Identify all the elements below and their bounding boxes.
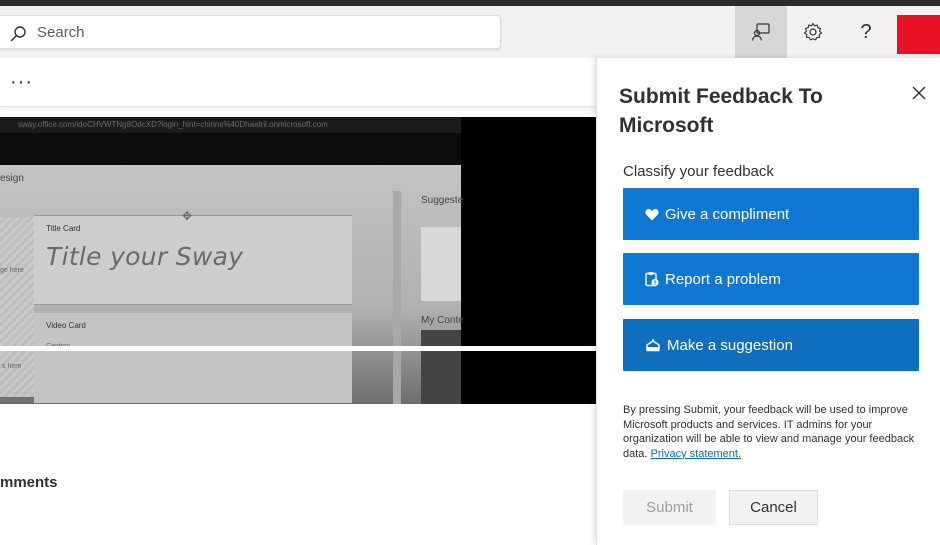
video-preview[interactable]: sway.office.com/idoCHVWTNg8OdcXD?login_h… bbox=[0, 117, 596, 404]
lightbulb-icon bbox=[646, 339, 660, 352]
make-suggestion-button[interactable]: Make a suggestion bbox=[623, 319, 919, 371]
classify-label: Classify your feedback bbox=[623, 163, 774, 180]
feedback-button[interactable] bbox=[735, 6, 787, 58]
left-strip bbox=[0, 217, 34, 397]
left-hint-text: ge here bbox=[0, 267, 24, 274]
video-card: Video Card Caption bbox=[34, 313, 352, 403]
heart-icon bbox=[645, 208, 659, 220]
suggested-label: Suggeste bbox=[421, 195, 464, 206]
my-content-thumbnail bbox=[421, 330, 461, 404]
feedback-icon bbox=[751, 23, 770, 41]
search-box[interactable] bbox=[0, 15, 501, 49]
make-suggestion-label: Make a suggestion bbox=[667, 336, 793, 354]
help-button[interactable]: ? bbox=[840, 6, 892, 58]
more-options-button[interactable]: ··· bbox=[10, 68, 33, 96]
sway-editor-frame: esign ge here s here Title Card Title yo… bbox=[0, 165, 464, 404]
video-progress-line bbox=[0, 346, 596, 351]
give-compliment-button[interactable]: Give a compliment bbox=[623, 188, 919, 240]
cancel-button[interactable]: Cancel bbox=[729, 490, 818, 525]
embedded-toolbar bbox=[0, 133, 461, 165]
embedded-url-bar: sway.office.com/idoCHVWTNg8OdcXD?login_h… bbox=[0, 117, 461, 133]
design-tab-label: esign bbox=[0, 173, 24, 184]
search-icon bbox=[10, 26, 26, 42]
search-input[interactable] bbox=[37, 16, 477, 48]
feedback-panel: Submit Feedback To Microsoft Classify yo… bbox=[596, 58, 940, 545]
clipboard-alert-icon bbox=[645, 272, 659, 287]
settings-button[interactable] bbox=[787, 6, 839, 58]
title-card-placeholder: Title your Sway bbox=[46, 242, 244, 271]
embedded-scrollbar bbox=[393, 191, 401, 404]
submit-button[interactable]: Submit bbox=[623, 490, 716, 525]
privacy-statement-link[interactable]: Privacy statement. bbox=[651, 448, 741, 460]
give-compliment-label: Give a compliment bbox=[665, 205, 790, 223]
gear-icon bbox=[803, 22, 823, 41]
top-bar: ? bbox=[0, 6, 940, 58]
close-icon[interactable] bbox=[910, 84, 928, 102]
report-problem-label: Report a problem bbox=[665, 270, 781, 288]
report-problem-button[interactable]: Report a problem bbox=[623, 253, 919, 305]
video-card-label: Video Card bbox=[46, 321, 86, 330]
title-card: Title Card Title your Sway bbox=[34, 215, 352, 305]
command-bar: ··· bbox=[0, 58, 596, 107]
title-card-label: Title Card bbox=[46, 224, 81, 233]
help-icon: ? bbox=[860, 20, 872, 43]
left-hint-text-2: s here bbox=[2, 363, 22, 370]
suggested-thumbnail bbox=[421, 227, 461, 301]
account-button[interactable] bbox=[897, 15, 940, 54]
privacy-disclaimer: By pressing Submit, your feedback will b… bbox=[623, 403, 919, 461]
comments-heading: mments bbox=[0, 474, 58, 491]
move-handle-icon: ✥ bbox=[182, 209, 193, 223]
panel-title: Submit Feedback To Microsoft bbox=[619, 85, 823, 137]
my-content-label: My Conte bbox=[421, 315, 464, 326]
